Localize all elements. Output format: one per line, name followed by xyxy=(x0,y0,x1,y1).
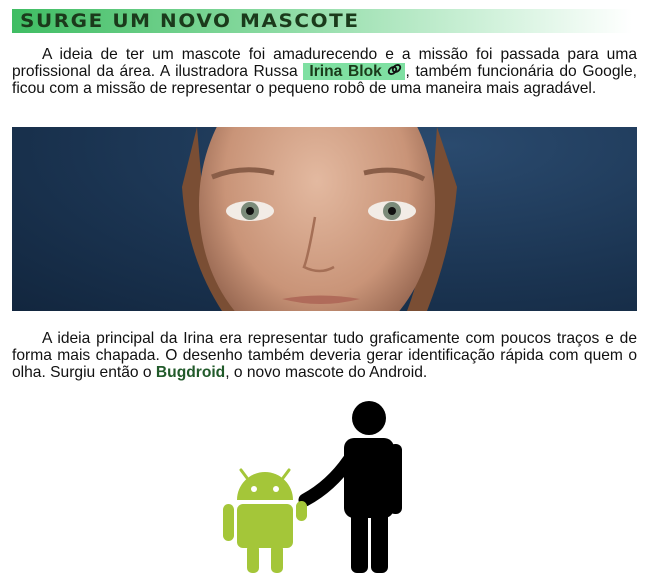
bugdroid-paragraph: A ideia principal da Irina era represent… xyxy=(12,330,637,382)
android-robot-icon xyxy=(223,468,307,573)
section-title: Surge um novo mascote xyxy=(20,10,360,32)
link-icon xyxy=(387,63,402,80)
intro-paragraph: A ideia de ter um mascote foi amadurecen… xyxy=(12,46,637,98)
bugdroid-name: Bugdroid xyxy=(155,364,226,382)
page: Surge um novo mascote A ideia de ter um … xyxy=(0,0,655,573)
person-silhouette-icon xyxy=(298,401,402,573)
section-heading-bar: Surge um novo mascote xyxy=(12,9,632,33)
irina-blok-link-label: Irina Blok xyxy=(309,63,382,81)
irina-blok-photo xyxy=(12,127,637,311)
bugdroid-illustration xyxy=(221,398,411,573)
bugdroid-text-after-name: , o novo mascote do Android. xyxy=(225,364,428,382)
irina-blok-link[interactable]: Irina Blok xyxy=(303,63,406,81)
